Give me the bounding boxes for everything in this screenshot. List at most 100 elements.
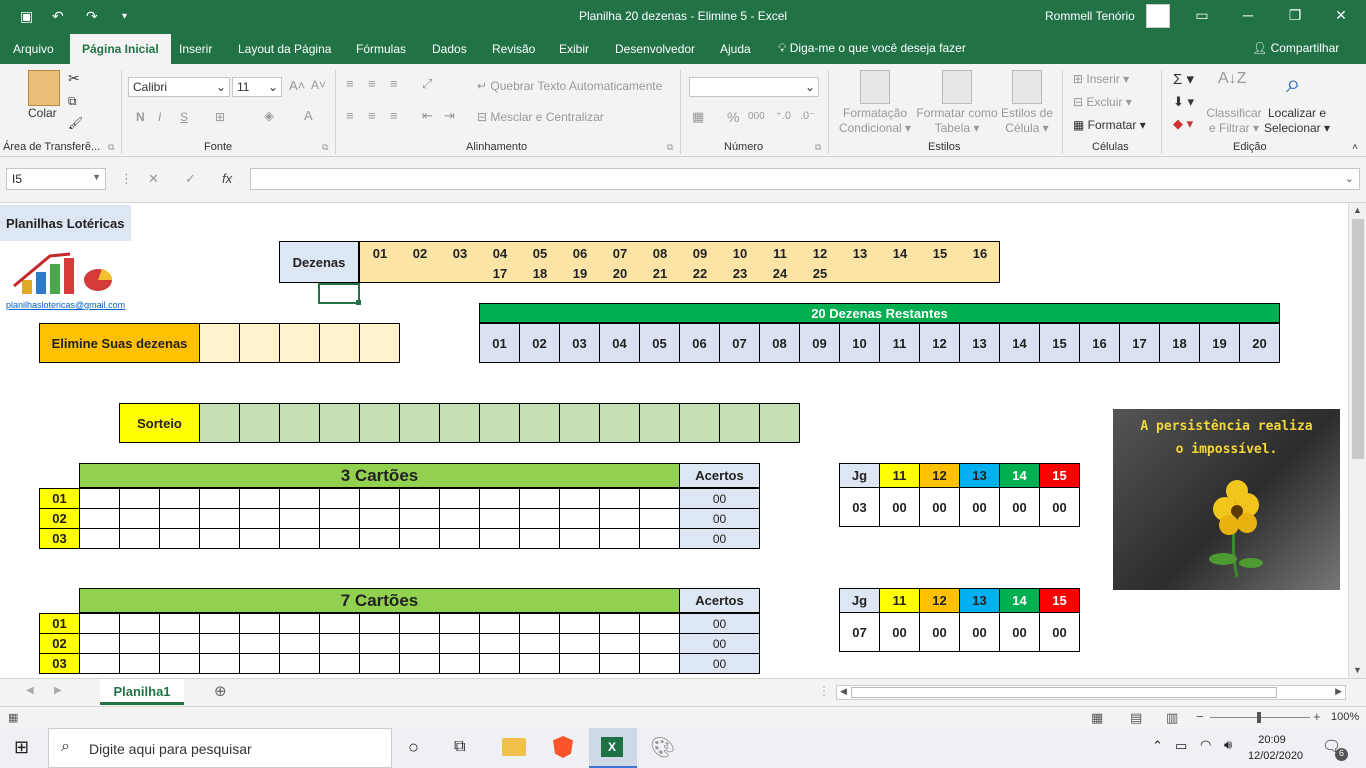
card-cell[interactable] (399, 613, 440, 634)
user-name[interactable]: Rommell Tenório (1045, 9, 1135, 23)
card-cell[interactable] (359, 528, 400, 549)
page-break-icon[interactable]: ▥ (1166, 710, 1178, 726)
card-cell[interactable] (519, 653, 560, 674)
file-explorer-icon[interactable] (502, 738, 526, 756)
font-size-select[interactable]: 11 ⌄ (232, 77, 282, 97)
orientation-icon[interactable]: ⤢ (422, 76, 432, 92)
card-cell[interactable] (79, 508, 120, 529)
card-cell[interactable] (79, 528, 120, 549)
close-icon[interactable]: ✕ (1326, 7, 1356, 24)
card-cell[interactable] (79, 633, 120, 654)
sorteio-input-cell[interactable] (439, 403, 480, 443)
card-cell[interactable] (519, 488, 560, 509)
format-as-table-button[interactable]: Formatar como Tabela ▾ (914, 106, 1000, 136)
align-middle-icon[interactable]: ≡ (368, 76, 376, 91)
fill-handle[interactable] (356, 300, 361, 305)
card-cell[interactable] (239, 653, 280, 674)
name-box[interactable]: I5 ▼ (6, 168, 106, 190)
align-left-icon[interactable]: ≡ (346, 108, 354, 123)
bold-button[interactable]: N (136, 110, 145, 124)
card-cell[interactable] (639, 633, 680, 654)
clipboard-launcher-icon[interactable]: ⧉ (108, 142, 114, 153)
card-cell[interactable] (319, 633, 360, 654)
sorteio-input-cell[interactable] (519, 403, 560, 443)
card-cell[interactable] (399, 488, 440, 509)
card-cell[interactable] (159, 633, 200, 654)
sorteio-input-cell[interactable] (279, 403, 320, 443)
autosum-icon[interactable]: Σ ▾ (1173, 70, 1194, 88)
card-cell[interactable] (159, 508, 200, 529)
card-cell[interactable] (119, 488, 160, 509)
card-cell[interactable] (479, 508, 520, 529)
card-cell[interactable] (439, 488, 480, 509)
expand-formula-icon[interactable]: ⌄ (1345, 172, 1354, 185)
card-cell[interactable] (479, 633, 520, 654)
fill-color-icon[interactable]: ◈ (264, 108, 274, 124)
card-cell[interactable] (239, 613, 280, 634)
paste-button[interactable]: Colar (28, 106, 57, 120)
insert-function-icon[interactable]: fx (222, 171, 232, 186)
increase-decimal-icon[interactable]: ⁺.0 (776, 109, 791, 122)
card-cell[interactable] (199, 633, 240, 654)
wifi-icon[interactable]: ◠ (1200, 737, 1211, 753)
tell-me-box[interactable]: 💡︎ Diga-me o que você deseja fazer (778, 41, 966, 56)
cut-icon[interactable]: ✂ (68, 70, 80, 87)
italic-button[interactable]: I (158, 110, 161, 124)
card-cell[interactable] (399, 633, 440, 654)
system-clock[interactable]: 20:09 12/02/2020 (1248, 732, 1303, 764)
card-cell[interactable] (79, 653, 120, 674)
tab-inserir[interactable]: Inserir (179, 42, 212, 56)
card-cell[interactable] (439, 528, 480, 549)
clear-icon[interactable]: ◆ ▾ (1173, 116, 1193, 132)
sorteio-input-cell[interactable] (719, 403, 760, 443)
card-cell[interactable] (519, 528, 560, 549)
card-cell[interactable] (239, 633, 280, 654)
shrink-font-icon[interactable]: A˅ (311, 78, 326, 92)
sorteio-input-cell[interactable] (479, 403, 520, 443)
tab-revisao[interactable]: Revisão (492, 42, 535, 56)
elimine-input-cell[interactable] (279, 323, 320, 363)
sorteio-input-cell[interactable] (199, 403, 240, 443)
worksheet[interactable]: Planilhas Lotéricas planilhaslotericas@g… (0, 203, 1348, 678)
card-cell[interactable] (159, 488, 200, 509)
scroll-thumb[interactable] (1352, 219, 1364, 459)
avatar[interactable] (1146, 4, 1170, 28)
card-cell[interactable] (519, 613, 560, 634)
sheet-tab-planilha1[interactable]: Planilha1 (100, 679, 184, 705)
copy-icon[interactable]: ⧉ (68, 94, 77, 109)
fill-icon[interactable]: ⬇ ▾ (1173, 94, 1194, 110)
restore-icon[interactable]: ❐ (1280, 7, 1310, 24)
card-cell[interactable] (399, 653, 440, 674)
align-center-icon[interactable]: ≡ (368, 108, 376, 123)
elimine-input-cell[interactable] (319, 323, 360, 363)
increase-indent-icon[interactable]: ⇥ (444, 108, 455, 124)
number-format-select[interactable]: ⌄ (689, 77, 819, 97)
task-view-icon[interactable]: ⧉ (454, 738, 465, 756)
percent-button[interactable]: % (727, 109, 739, 125)
card-cell[interactable] (439, 508, 480, 529)
zoom-out-icon[interactable]: − (1196, 709, 1204, 724)
card-cell[interactable] (279, 508, 320, 529)
tab-dados[interactable]: Dados (432, 42, 467, 56)
scroll-left-icon[interactable]: ◀ (840, 686, 847, 697)
card-cell[interactable] (279, 633, 320, 654)
card-cell[interactable] (279, 488, 320, 509)
formula-input[interactable]: ⌄ (250, 168, 1360, 190)
tab-exibir[interactable]: Exibir (559, 42, 589, 56)
card-cell[interactable] (479, 613, 520, 634)
format-cells-button[interactable]: ▦ Formatar ▾ (1073, 118, 1146, 132)
card-cell[interactable] (399, 508, 440, 529)
merge-center-button[interactable]: ⊟ Mesclar e Centralizar (477, 110, 604, 124)
sorteio-input-cell[interactable] (639, 403, 680, 443)
card-cell[interactable] (279, 653, 320, 674)
card-cell[interactable] (439, 613, 480, 634)
card-cell[interactable] (559, 633, 600, 654)
card-cell[interactable] (319, 508, 360, 529)
card-cell[interactable] (319, 613, 360, 634)
card-cell[interactable] (199, 488, 240, 509)
cancel-icon[interactable]: ✕ (148, 171, 159, 187)
ribbon-options-icon[interactable]: ▭ (1187, 7, 1217, 24)
hscroll-thumb[interactable] (851, 687, 1277, 698)
card-cell[interactable] (79, 488, 120, 509)
elimine-input-cell[interactable] (199, 323, 240, 363)
